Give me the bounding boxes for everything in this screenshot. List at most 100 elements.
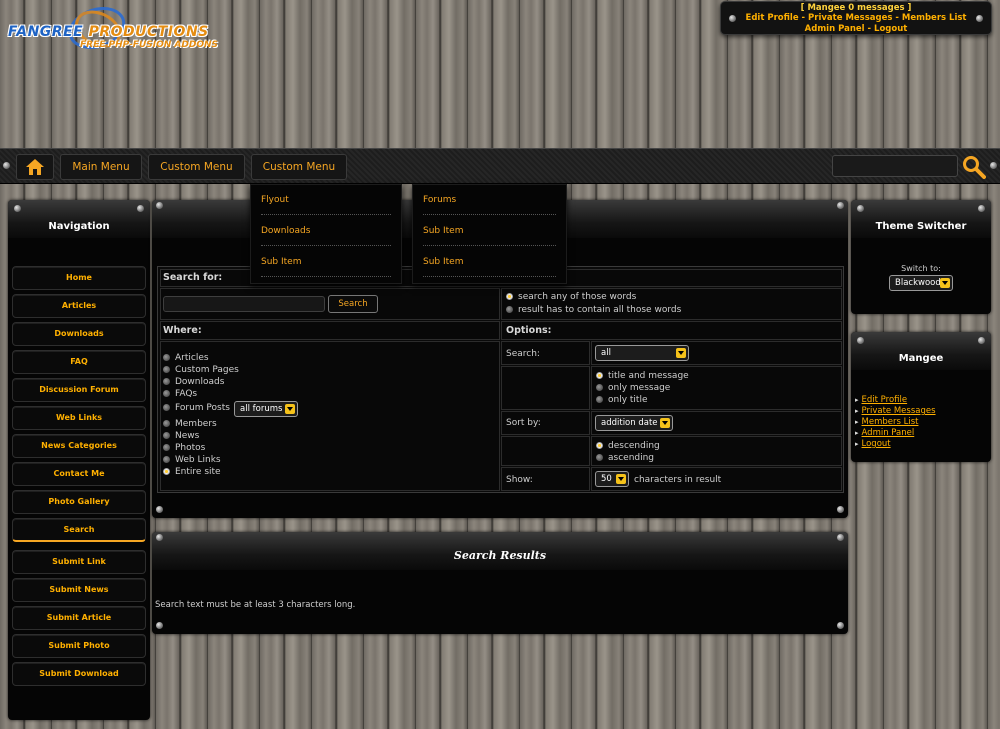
- radio-icon: [506, 306, 513, 313]
- descending-radio[interactable]: descending: [596, 441, 660, 451]
- chevron-down-icon: [660, 418, 670, 428]
- main-navbar: Main Menu Custom Menu Custom Menu: [0, 148, 1000, 184]
- panel-admin-panel-link[interactable]: Admin Panel: [855, 428, 915, 438]
- logo-text: FANGREE PRODUCTIONS: [8, 24, 209, 40]
- where-articles-radio[interactable]: Articles: [163, 353, 209, 363]
- userbox-private-messages-link[interactable]: Private Messages: [808, 13, 892, 23]
- dropdown-item-downloads[interactable]: Downloads: [261, 216, 391, 246]
- panel-logout-link[interactable]: Logout: [855, 439, 891, 449]
- nav-link-web-links[interactable]: Web Links: [12, 406, 146, 430]
- home-button[interactable]: [16, 154, 54, 180]
- show-label: Show:: [506, 475, 533, 485]
- screw-icon: [14, 205, 21, 212]
- nav-link-submit-link[interactable]: Submit Link: [12, 550, 146, 574]
- match-all-radio[interactable]: result has to contain all those words: [506, 305, 681, 315]
- flyout-item-sub-item-1[interactable]: Sub Item: [423, 216, 556, 246]
- panel-edit-profile-link[interactable]: Edit Profile: [855, 395, 908, 405]
- screw-icon: [156, 506, 163, 513]
- panel-members-list-link[interactable]: Members List: [855, 417, 919, 427]
- search-field-label: Search:: [506, 349, 540, 359]
- nav-link-articles[interactable]: Articles: [12, 294, 146, 318]
- screw-icon: [976, 15, 983, 22]
- where-members-radio[interactable]: Members: [163, 419, 217, 429]
- navbar-search-input[interactable]: [832, 155, 958, 177]
- user-status: [ Mangee 0 messages ]: [800, 3, 912, 13]
- search-results-message: Search text must be at least 3 character…: [155, 600, 356, 610]
- navigation-panel-header: Navigation: [8, 200, 150, 238]
- match-any-radio[interactable]: search any of those words: [506, 292, 636, 302]
- screw-icon: [837, 202, 844, 209]
- chevron-down-icon: [285, 404, 295, 414]
- userbox-admin-panel-link[interactable]: Admin Panel: [805, 24, 865, 34]
- nav-custom-menu-2[interactable]: Custom Menu: [251, 154, 347, 180]
- ascending-radio[interactable]: ascending: [596, 453, 654, 463]
- dropdown-item-sub-item[interactable]: Sub Item: [261, 247, 391, 277]
- search-submit-button[interactable]: Search: [328, 295, 378, 313]
- search-for-label: Search for:: [163, 272, 223, 283]
- nav-link-contact-me[interactable]: Contact Me: [12, 462, 146, 486]
- nav-link-downloads[interactable]: Downloads: [12, 322, 146, 346]
- search-results-panel: Search Results Search text must be at le…: [152, 532, 848, 634]
- nav-link-search[interactable]: Search: [12, 518, 146, 542]
- screw-icon: [3, 162, 10, 169]
- only-message-radio[interactable]: only message: [596, 383, 670, 393]
- flyout-item-forums[interactable]: Forums: [423, 185, 556, 215]
- nav-link-home[interactable]: Home: [12, 266, 146, 290]
- nav-link-submit-download[interactable]: Submit Download: [12, 662, 146, 686]
- chevron-down-icon: [616, 474, 626, 484]
- nav-link-discussion-forum[interactable]: Discussion Forum: [12, 378, 146, 402]
- screw-icon: [156, 622, 163, 629]
- where-news-radio[interactable]: News: [163, 431, 199, 441]
- sort-by-label: Sort by:: [506, 418, 541, 428]
- where-entire-site-radio[interactable]: Entire site: [163, 467, 221, 477]
- screw-icon: [137, 205, 144, 212]
- user-panel: Mangee Edit Profile Private Messages Mem…: [851, 332, 991, 462]
- search-text-input[interactable]: [163, 296, 325, 312]
- nav-main-menu[interactable]: Main Menu: [60, 154, 142, 180]
- theme-switcher-header: Theme Switcher: [851, 200, 991, 238]
- nav-link-photo-gallery[interactable]: Photo Gallery: [12, 490, 146, 514]
- nav-custom-menu-1[interactable]: Custom Menu: [148, 154, 245, 180]
- screw-icon: [978, 337, 985, 344]
- search-icon[interactable]: [962, 155, 986, 179]
- search-results-title: Search Results: [453, 549, 547, 562]
- dropdown-item-flyout[interactable]: Flyout: [261, 185, 391, 215]
- only-title-radio[interactable]: only title: [596, 395, 648, 405]
- where-custom-pages-radio[interactable]: Custom Pages: [163, 365, 239, 375]
- radio-selected-icon: [506, 293, 513, 300]
- flyout-item-sub-item-2[interactable]: Sub Item: [423, 247, 556, 277]
- theme-switcher-panel: Theme Switcher Switch to: Blackwood: [851, 200, 991, 314]
- screw-icon: [729, 15, 736, 22]
- where-faqs-radio[interactable]: FAQs: [163, 389, 197, 399]
- where-web-links-radio[interactable]: Web Links: [163, 455, 221, 465]
- sort-by-select[interactable]: addition date: [595, 415, 673, 431]
- where-photos-radio[interactable]: Photos: [163, 443, 205, 453]
- screw-icon: [990, 162, 997, 169]
- site-logo[interactable]: FANGREE PRODUCTIONS FREE PHP-FUSION ADDO…: [8, 0, 248, 56]
- title-and-message-radio[interactable]: title and message: [596, 371, 689, 381]
- home-icon: [26, 159, 44, 175]
- screw-icon: [857, 205, 864, 212]
- search-type-select[interactable]: all: [595, 345, 689, 361]
- show-chars-select[interactable]: 50: [595, 471, 629, 487]
- where-forum-posts-radio[interactable]: Forum Posts: [163, 403, 230, 413]
- panel-private-messages-link[interactable]: Private Messages: [855, 406, 936, 416]
- nav-link-submit-photo[interactable]: Submit Photo: [12, 634, 146, 658]
- screw-icon: [837, 534, 844, 541]
- where-label: Where:: [163, 325, 202, 336]
- search-form-table: Search for: Search search any of those w…: [157, 266, 844, 493]
- nav-link-news-categories[interactable]: News Categories: [12, 434, 146, 458]
- screw-icon: [857, 337, 864, 344]
- screw-icon: [837, 622, 844, 629]
- userbox-logout-link[interactable]: Logout: [874, 24, 907, 34]
- where-downloads-radio[interactable]: Downloads: [163, 377, 224, 387]
- userbox-edit-profile-link[interactable]: Edit Profile: [746, 13, 799, 23]
- nav-link-submit-news[interactable]: Submit News: [12, 578, 146, 602]
- screw-icon: [978, 205, 985, 212]
- forum-select[interactable]: all forums: [234, 401, 298, 417]
- nav-link-faq[interactable]: FAQ: [12, 350, 146, 374]
- theme-select[interactable]: Blackwood: [889, 275, 953, 291]
- user-panel-header: Mangee: [851, 332, 991, 370]
- nav-link-submit-article[interactable]: Submit Article: [12, 606, 146, 630]
- userbox-members-list-link[interactable]: Members List: [902, 13, 967, 23]
